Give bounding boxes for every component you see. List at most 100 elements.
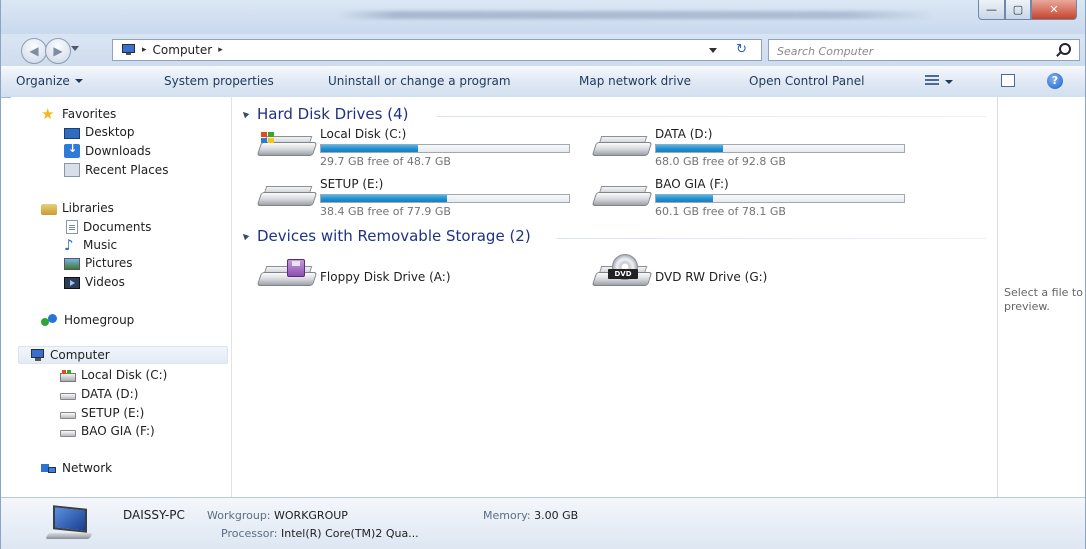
sidebar-item-label: Homegroup — [64, 313, 135, 327]
breadcrumb-separator-2[interactable]: ▸ — [218, 45, 223, 55]
hard-drive-icon — [60, 393, 76, 400]
views-icon[interactable] — [925, 75, 939, 87]
drive-tile-d[interactable]: DATA (D:) 68.0 GB free of 92.8 GB — [591, 127, 912, 168]
sidebar-item-videos[interactable]: Videos — [64, 273, 125, 291]
computer-icon — [118, 44, 136, 56]
search-icon[interactable] — [1059, 43, 1071, 55]
search-box[interactable] — [768, 39, 1080, 61]
group-divider — [437, 116, 987, 117]
recent-places-icon — [64, 163, 80, 177]
sidebar-item-drive-f[interactable]: BAO GIA (F:) — [60, 422, 155, 440]
library-icon — [41, 203, 57, 215]
hard-drive-icon — [60, 412, 76, 419]
maximize-button[interactable]: ▢ — [1005, 0, 1031, 20]
capacity-bar — [655, 144, 905, 153]
refresh-icon[interactable]: ↻ — [736, 42, 747, 57]
hard-drive-icon — [60, 430, 76, 437]
sidebar-item-label: Favorites — [62, 107, 117, 121]
file-list: Hard Disk Drives (4) Local Disk (C:) 29.… — [232, 97, 997, 497]
star-icon: ★ — [41, 105, 55, 123]
sidebar-item-favorites[interactable]: ★ Favorites — [41, 105, 116, 123]
computer-icon — [29, 348, 45, 362]
details-pane: DAISSY-PC Workgroup: WORKGROUP Memory: 3… — [1, 497, 1085, 549]
computer-name: DAISSY-PC — [123, 508, 185, 522]
sidebar-item-network[interactable]: Network — [41, 459, 112, 477]
sidebar-item-label: Local Disk (C:) — [81, 368, 168, 382]
group-header-hard-disk-drives[interactable]: Hard Disk Drives (4) — [240, 105, 409, 123]
navigation-pane: ★ Favorites Desktop Downloads Recent Plac… — [11, 97, 232, 497]
drive-tile-f[interactable]: BAO GIA (F:) 60.1 GB free of 78.1 GB — [591, 177, 912, 218]
sidebar-item-label: Computer — [50, 348, 110, 362]
dvd-badge: DVD — [608, 269, 638, 279]
search-input[interactable] — [775, 41, 1049, 61]
sidebar-item-recent-places[interactable]: Recent Places — [64, 161, 168, 179]
sidebar-item-label: Documents — [83, 220, 152, 234]
collapse-arrow-icon — [240, 109, 250, 119]
hard-drive-icon — [256, 186, 318, 210]
chevron-down-icon — [74, 79, 83, 83]
address-bar[interactable]: ▸ Computer ▸ ↻ — [112, 39, 762, 61]
back-button[interactable]: ◀ — [21, 38, 47, 64]
group-heading: Hard Disk Drives (4) — [257, 105, 409, 123]
drive-tile-floppy[interactable]: Floppy Disk Drive (A:) — [256, 257, 577, 297]
open-control-panel-button[interactable]: Open Control Panel — [749, 74, 864, 88]
drive-free-space: 68.0 GB free of 92.8 GB — [655, 155, 786, 168]
sidebar-item-drive-e[interactable]: SETUP (E:) — [60, 404, 144, 422]
memory-info: Memory: 3.00 GB — [483, 509, 578, 522]
drive-name: DATA (D:) — [655, 127, 713, 141]
help-icon[interactable]: ? — [1047, 73, 1063, 89]
breadcrumb-computer[interactable]: Computer — [153, 43, 213, 57]
capacity-bar — [655, 194, 905, 203]
preview-pane-toggle-icon[interactable] — [1001, 74, 1015, 87]
sidebar-item-desktop[interactable]: Desktop — [64, 123, 135, 141]
sidebar-item-pictures[interactable]: Pictures — [64, 254, 133, 272]
sidebar-item-label: BAO GIA (F:) — [81, 424, 155, 438]
group-divider — [557, 238, 987, 239]
address-dropdown[interactable] — [709, 48, 717, 53]
sidebar-item-label: Recent Places — [85, 163, 169, 177]
sidebar-item-computer[interactable]: Computer — [18, 346, 228, 364]
sidebar-item-music[interactable]: ♪ Music — [64, 236, 117, 254]
organize-button[interactable]: Organize — [16, 74, 83, 88]
breadcrumb-separator[interactable]: ▸ — [142, 45, 147, 55]
workgroup-info: Workgroup: WORKGROUP — [207, 509, 348, 522]
recent-pages-dropdown[interactable] — [71, 46, 79, 51]
drive-name: Floppy Disk Drive (A:) — [320, 270, 451, 284]
drive-tile-c[interactable]: Local Disk (C:) 29.7 GB free of 48.7 GB — [256, 127, 577, 168]
memory-value: 3.00 GB — [534, 509, 579, 522]
drive-tile-dvd[interactable]: DVD DVD RW Drive (G:) — [591, 254, 912, 297]
close-button[interactable]: ✕ — [1031, 0, 1077, 20]
minimize-button[interactable]: — — [978, 0, 1005, 20]
sidebar-item-label: DATA (D:) — [81, 387, 139, 401]
workgroup-label: Workgroup: — [207, 509, 271, 522]
sidebar-item-documents[interactable]: Documents — [64, 218, 151, 236]
computer-icon — [45, 505, 97, 541]
preview-pane: Select a file to preview. — [997, 97, 1085, 497]
sidebar-item-drive-d[interactable]: DATA (D:) — [60, 385, 138, 403]
sidebar-item-label: Network — [62, 461, 113, 475]
sidebar-item-homegroup[interactable]: Homegroup — [41, 311, 134, 329]
system-properties-button[interactable]: System properties — [164, 74, 274, 88]
group-header-removable-storage[interactable]: Devices with Removable Storage (2) — [240, 227, 531, 245]
address-row: ◀ ▶ ▸ Computer ▸ ↻ — [1, 34, 1085, 84]
sidebar-item-downloads[interactable]: Downloads — [64, 142, 151, 160]
forward-button[interactable]: ▶ — [45, 38, 71, 64]
sidebar-item-drive-c[interactable]: Local Disk (C:) — [60, 366, 167, 384]
window-title-blurred — [336, 11, 936, 19]
homegroup-icon — [41, 313, 59, 327]
title-bar: — ▢ ✕ — [1, 0, 1085, 34]
desktop-icon — [64, 127, 80, 139]
sidebar-item-label: Videos — [85, 275, 125, 289]
hard-drive-icon — [591, 136, 653, 160]
caption-buttons: — ▢ ✕ — [978, 0, 1077, 20]
sidebar-item-label: Music — [83, 238, 118, 252]
drive-free-space: 38.4 GB free of 77.9 GB — [320, 205, 451, 218]
downloads-icon — [64, 142, 80, 158]
map-network-drive-button[interactable]: Map network drive — [579, 74, 691, 88]
drive-tile-e[interactable]: SETUP (E:) 38.4 GB free of 77.9 GB — [256, 177, 577, 218]
dvd-icon: DVD — [591, 254, 653, 290]
uninstall-program-button[interactable]: Uninstall or change a program — [328, 74, 511, 88]
music-icon: ♪ — [64, 236, 74, 254]
sidebar-item-libraries[interactable]: Libraries — [41, 199, 114, 217]
views-dropdown[interactable] — [945, 80, 953, 84]
